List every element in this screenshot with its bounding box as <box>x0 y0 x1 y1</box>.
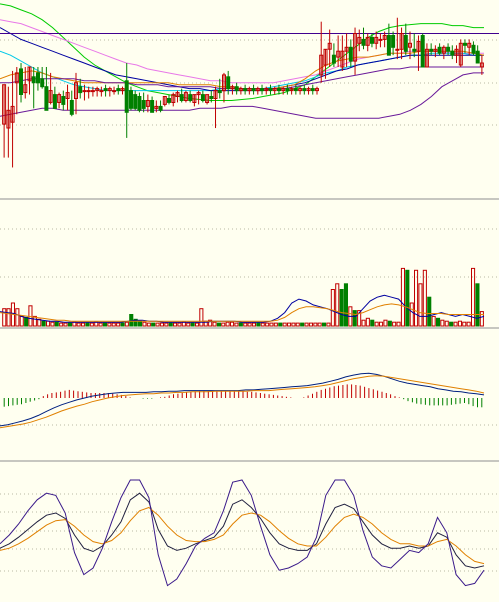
candle-body <box>277 88 281 92</box>
candle-body <box>116 88 121 92</box>
candle-body <box>69 100 74 115</box>
volume-bar <box>322 322 327 327</box>
volume-bar <box>151 322 156 327</box>
candle-body <box>82 90 87 93</box>
candle-body <box>463 42 467 46</box>
volume-bar <box>24 316 29 327</box>
candle-body <box>209 96 214 99</box>
candle-body <box>370 36 374 44</box>
volume-bar <box>54 321 59 327</box>
candle-body <box>133 94 138 109</box>
volume-bar <box>41 320 46 327</box>
volume-bar <box>436 317 441 327</box>
candle-body <box>188 94 193 101</box>
volume-bar <box>300 322 305 327</box>
candle-body <box>412 48 417 52</box>
volume-bar <box>168 322 173 327</box>
volume-bar <box>343 283 348 327</box>
volume-bar <box>238 322 243 327</box>
candle-body <box>348 46 353 62</box>
candle-body <box>103 88 108 92</box>
candle-body <box>31 76 36 84</box>
candle-body <box>99 90 104 93</box>
candle-body <box>395 48 400 51</box>
candle-body <box>268 88 273 92</box>
candle-body <box>361 38 366 46</box>
volume-bar <box>190 322 195 327</box>
candle-body <box>391 35 396 48</box>
candle-body <box>36 72 40 84</box>
candle-body <box>90 90 95 93</box>
candle-body <box>331 54 336 64</box>
volume-bar <box>138 320 143 327</box>
candle-body <box>217 90 222 94</box>
candle-body <box>167 98 171 103</box>
candle-body <box>251 88 256 92</box>
candle-body <box>420 35 425 68</box>
candle-body <box>471 44 476 54</box>
candle-body <box>437 46 442 54</box>
candle-body <box>40 78 45 88</box>
candle-body <box>260 88 264 92</box>
volume-bar <box>370 319 375 327</box>
candle-body <box>429 48 434 52</box>
candle-body <box>200 94 205 101</box>
candle-body <box>137 96 142 111</box>
volume-bar <box>102 322 108 327</box>
candle-body <box>234 86 239 92</box>
volume-bar <box>427 296 432 327</box>
candle-body <box>124 80 129 113</box>
candle-body <box>243 88 248 92</box>
candle-body <box>112 90 117 93</box>
volume-bar <box>85 322 90 327</box>
candle-body <box>61 96 66 105</box>
volume-bar <box>216 322 221 327</box>
volume-bar <box>256 322 261 327</box>
candle-body <box>44 86 49 111</box>
candle-body <box>475 50 480 64</box>
candle-body <box>86 90 91 93</box>
candle-body <box>129 90 133 109</box>
stock-chart <box>0 0 499 602</box>
candle-body <box>158 105 163 111</box>
candle-body <box>52 94 57 109</box>
candle-body <box>226 76 231 90</box>
volume-bar <box>387 320 392 327</box>
candle-body <box>403 35 408 52</box>
volume-bar <box>120 322 125 327</box>
candle-body <box>302 88 307 92</box>
volume-bar <box>405 269 410 327</box>
candle-body <box>19 68 23 96</box>
candle-body <box>150 100 155 113</box>
volume-bar <box>67 322 73 327</box>
volume-bar <box>339 289 344 327</box>
volume-bar <box>278 322 283 327</box>
volume-bar <box>449 321 454 327</box>
candle-body <box>310 88 315 92</box>
candle-body <box>179 94 184 101</box>
volume-bar <box>475 283 480 327</box>
candle-body <box>446 46 451 52</box>
candle-body <box>386 35 391 56</box>
candle-body <box>293 88 298 92</box>
candle-body <box>450 50 455 56</box>
candle-body <box>141 100 146 109</box>
volume-bar <box>352 310 357 327</box>
candle-body <box>78 86 83 94</box>
candle-body <box>285 88 290 92</box>
candle-body <box>378 38 383 41</box>
